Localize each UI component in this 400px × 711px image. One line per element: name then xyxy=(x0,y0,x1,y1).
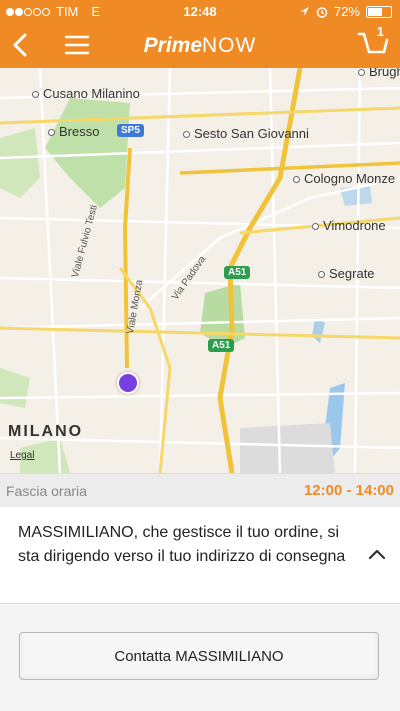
road-shield-a51-2: A51 xyxy=(208,339,235,352)
map-label-sesto: Sesto San Giovanni xyxy=(183,126,309,141)
map-label-segrate: Segrate xyxy=(318,266,375,281)
chevron-up-icon[interactable] xyxy=(368,547,386,561)
road-shield-a51: A51 xyxy=(224,266,251,279)
battery-percent: 72% xyxy=(333,4,360,19)
status-bar: TIM E 12:48 72% xyxy=(0,0,400,22)
cart-icon[interactable] xyxy=(356,28,390,60)
location-arrow-icon xyxy=(300,7,309,16)
map-label-cusano: Cusano Milanino xyxy=(32,86,140,101)
alarm-icon xyxy=(316,6,328,18)
map-label-brug: Brugh xyxy=(358,68,400,79)
navigation-bar: PrimeNOW 1 xyxy=(0,22,400,68)
actions-area: Contatta MASSIMILIANO xyxy=(0,604,400,711)
delivery-map[interactable]: Cusano Milanino Brugh Bresso Sesto San G… xyxy=(0,68,400,473)
delivery-slot-row: Fascia oraria 12:00 - 14:00 xyxy=(0,473,400,508)
courier-location-marker xyxy=(117,372,139,394)
delivery-status-message: MASSIMILIANO, che gestisce il tuo ordine… xyxy=(18,524,346,565)
map-label-cologno: Cologno Monze xyxy=(293,171,395,186)
slot-value: 12:00 - 14:00 xyxy=(303,482,394,499)
delivery-status-panel[interactable]: MASSIMILIANO, che gestisce il tuo ordine… xyxy=(0,507,400,604)
prime-now-logo: PrimeNOW xyxy=(143,34,257,57)
map-label-milano: MILANO xyxy=(8,423,84,440)
road-shield-sp5: SP5 xyxy=(117,124,144,137)
contact-courier-button[interactable]: Contatta MASSIMILIANO xyxy=(19,632,379,680)
map-label-bresso: Bresso xyxy=(48,124,99,139)
map-label-vimodrone: Vimodrone xyxy=(312,218,386,233)
map-legal-link[interactable]: Legal xyxy=(10,450,34,461)
battery-icon xyxy=(366,5,392,18)
slot-label: Fascia oraria xyxy=(6,483,87,499)
cart-count-badge: 1 xyxy=(376,24,384,39)
